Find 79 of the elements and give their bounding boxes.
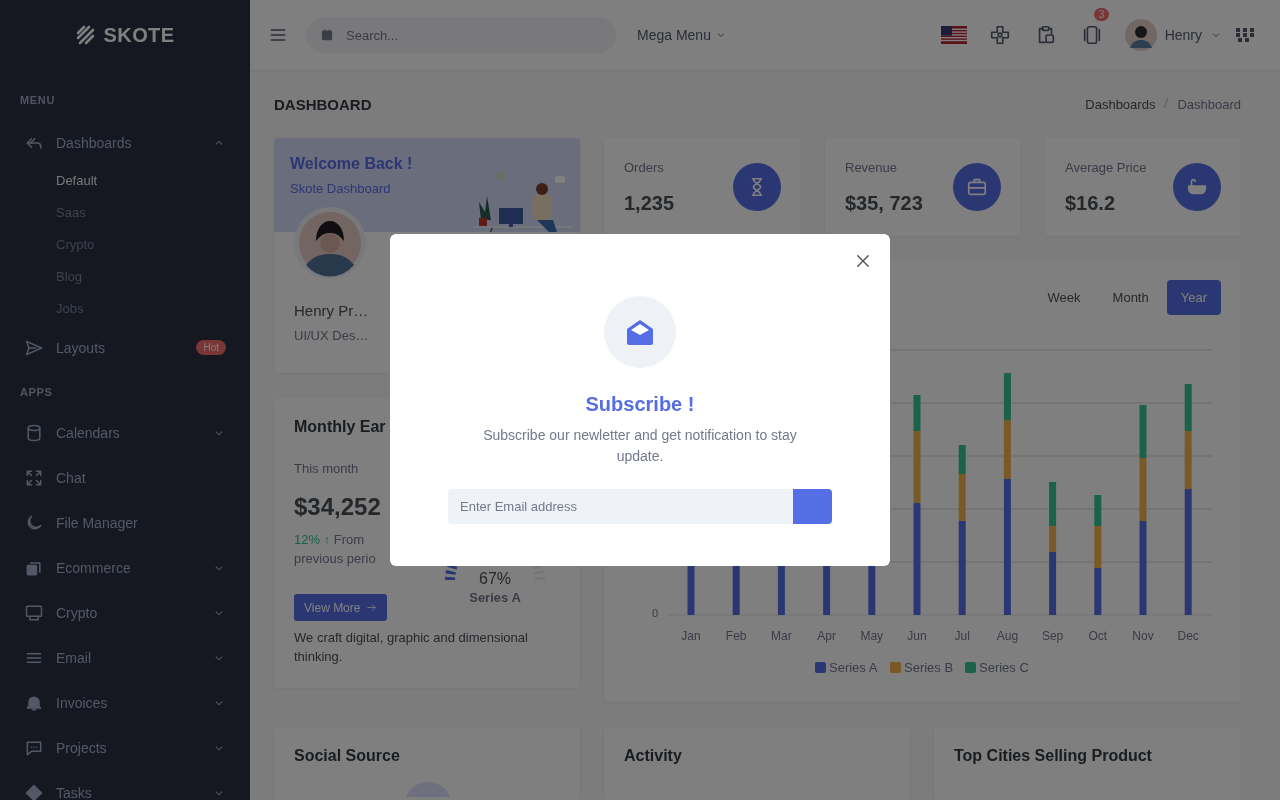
dialog-title: Subscribe !: [585, 392, 695, 417]
card-title: Social Source: [294, 747, 400, 765]
radial-label: Series A: [468, 590, 522, 605]
section-heading: MENU: [19, 93, 57, 108]
notification-badge: 3: [1093, 8, 1110, 21]
sidebar-item[interactable]: Dashboards: [0, 120, 250, 165]
month-label: Jul: [954, 629, 970, 643]
sidebar-item[interactable]: File Manager: [0, 500, 250, 545]
sidebar-item[interactable]: Email: [0, 635, 250, 680]
profile-role: UI/UX Des…: [294, 327, 370, 345]
earning-amount: $34,252: [294, 492, 382, 522]
envelope-icon: [625, 318, 655, 346]
axis-tick-label: 0: [651, 607, 658, 619]
close-icon: [854, 252, 872, 270]
month-label: May: [860, 629, 884, 643]
dialog-text: Subscribe our newletter and get notification to stay update.: [482, 426, 798, 466]
email-field[interactable]: Enter Email address: [448, 489, 793, 524]
earning-text: We craft digital, graphic and dimensional thinking.: [294, 629, 529, 666]
stat-label: Revenue: [845, 159, 899, 177]
sidebar-item[interactable]: Ecommerce: [0, 545, 250, 590]
welcome-title: Welcome Back !: [290, 154, 413, 174]
welcome-subtitle: Skote Dashboard: [290, 180, 392, 198]
sidebar-item[interactable]: Tasks: [0, 770, 250, 800]
period-tab[interactable]: Year: [1166, 280, 1221, 315]
month-label: Aug: [996, 629, 1019, 643]
stat-label: Orders: [624, 159, 665, 177]
month-label: Mar: [771, 629, 792, 643]
flag-icon[interactable]: [940, 26, 967, 44]
logo-text: SKOTE: [103, 23, 175, 47]
mega-menu[interactable]: Mega Menu: [637, 27, 727, 43]
month-label: Jan: [681, 629, 701, 643]
profile-name: Henry Pr…: [294, 301, 370, 321]
stat-value: $35, 723: [845, 191, 923, 215]
month-label: Apr: [817, 629, 836, 643]
stat-value: $16.2: [1065, 191, 1117, 215]
period-label: This month: [294, 460, 360, 478]
breadcrumb-item: Dashboard: [1177, 96, 1241, 112]
hot-badge: Hot: [196, 340, 226, 355]
search-field[interactable]: Search...: [306, 17, 616, 53]
month-label: Dec: [1177, 629, 1199, 643]
submenu-item[interactable]: Default: [0, 165, 250, 197]
month-label: Sep: [1041, 629, 1064, 643]
legend-label: Series C: [979, 660, 1029, 675]
sidebar-item[interactable]: Crypto: [0, 590, 250, 635]
sidebar-item[interactable]: Invoices: [0, 680, 250, 725]
legend-label: Series B: [904, 660, 954, 675]
user-menu[interactable]: Henry: [1124, 19, 1222, 51]
card-title: Top Cities Selling Product: [954, 747, 1152, 765]
stat-label: Average Price: [1065, 159, 1147, 177]
arrow-right-icon: [366, 602, 378, 613]
card-title: Activity: [624, 747, 682, 765]
sidebar-item[interactable]: Layouts Hot: [0, 325, 250, 370]
profile-avatar: [294, 207, 366, 279]
radial-value: 67%: [478, 570, 512, 588]
page-title: DASHBOARD: [274, 95, 372, 113]
grid-icon[interactable]: [1236, 28, 1254, 42]
period-tab[interactable]: Month: [1098, 280, 1163, 315]
section-heading: APPS: [19, 385, 54, 400]
sidebar-item[interactable]: Calendars: [0, 410, 250, 455]
month-label: Jun: [907, 629, 927, 643]
breadcrumb-item[interactable]: Dashboards: [1085, 96, 1156, 112]
tag-icon: [24, 782, 44, 800]
calendar-icon: [320, 28, 334, 42]
sidebar-item[interactable]: Projects: [0, 725, 250, 770]
briefcase-icon: [966, 176, 988, 198]
cross-icon: [988, 24, 1011, 46]
view-more-button[interactable]: View More: [294, 594, 388, 621]
avatar-icon: [1124, 19, 1157, 51]
period-tab[interactable]: Week: [1033, 280, 1095, 315]
legend-label: Series A: [829, 660, 878, 675]
month-label: Oct: [1088, 629, 1108, 643]
change-note: 12% ↑ From previous perio: [294, 531, 377, 568]
stat-value: 1,235: [624, 191, 675, 215]
month-label: Feb: [725, 629, 747, 643]
database-icon: [24, 422, 44, 443]
sidebar-item[interactable]: Chat: [0, 455, 250, 500]
separator-icon: [1163, 96, 1170, 109]
card-title: Monthly Ear: [294, 418, 386, 436]
month-label: Nov: [1132, 629, 1154, 643]
